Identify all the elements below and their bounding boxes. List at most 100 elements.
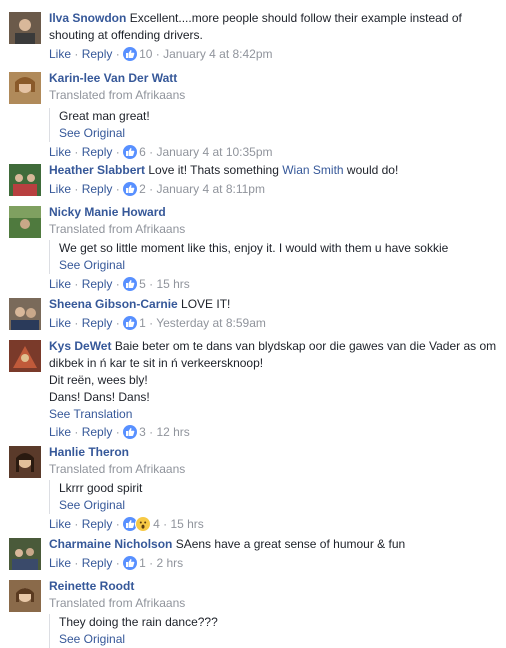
- like-link[interactable]: Like: [49, 182, 71, 196]
- comment-text-line: Dit reën, wees bly!: [49, 373, 148, 387]
- see-original-link[interactable]: See Original: [59, 631, 500, 648]
- reaction-count[interactable]: 6: [139, 145, 146, 159]
- see-original-link[interactable]: See Original: [59, 497, 500, 514]
- comment-text-line: Dans! Dans! Dans!: [49, 390, 150, 404]
- like-link[interactable]: Like: [49, 556, 71, 570]
- see-original-link[interactable]: See Original: [59, 257, 500, 274]
- comment-actions: Like · Reply · 1 · Yesterday at 8:59am: [49, 315, 500, 332]
- comment-text: We get so little moment like this, enjoy…: [59, 241, 449, 255]
- comment-actions: Like · Reply · 6 · January 4 at 10:35pm: [49, 144, 500, 161]
- comment-text: They doing the rain dance???: [59, 615, 218, 629]
- author-name[interactable]: Heather Slabbert: [49, 163, 145, 177]
- reaction-count[interactable]: 2: [139, 182, 146, 196]
- translated-label: Translated from Afrikaans: [49, 222, 186, 236]
- avatar[interactable]: [9, 538, 41, 570]
- separator: ·: [149, 277, 154, 291]
- translated-quote: They doing the rain dance??? See Origina…: [49, 614, 500, 648]
- like-reaction-icon[interactable]: [123, 425, 138, 439]
- see-translation-link[interactable]: See Translation: [49, 406, 500, 423]
- reply-link[interactable]: Reply: [82, 277, 113, 291]
- reaction-count[interactable]: 1: [139, 556, 146, 570]
- like-reaction-icon[interactable]: [123, 145, 138, 159]
- reply-link[interactable]: Reply: [82, 556, 113, 570]
- translated-label: Translated from Afrikaans: [49, 88, 186, 102]
- reply-link[interactable]: Reply: [82, 425, 113, 439]
- separator: ·: [74, 425, 79, 439]
- comment-text: Lkrrr good spirit: [59, 481, 143, 495]
- author-name[interactable]: Ilva Snowdon: [49, 11, 126, 25]
- timestamp[interactable]: January 4 at 8:42pm: [163, 47, 272, 61]
- avatar[interactable]: [9, 580, 41, 612]
- avatar[interactable]: [9, 164, 41, 196]
- author-name[interactable]: Charmaine Nicholson: [49, 537, 172, 551]
- separator: ·: [74, 277, 79, 291]
- timestamp[interactable]: 12 hrs: [156, 425, 189, 439]
- reaction-count[interactable]: 1: [139, 316, 146, 330]
- reaction-count[interactable]: 4: [153, 517, 160, 531]
- wow-reaction-icon[interactable]: [136, 517, 151, 531]
- avatar[interactable]: [9, 446, 41, 478]
- author-name[interactable]: Nicky Manie Howard: [49, 205, 166, 219]
- like-link[interactable]: Like: [49, 145, 71, 159]
- avatar[interactable]: [9, 12, 41, 44]
- like-reaction-icon[interactable]: [123, 182, 138, 196]
- timestamp[interactable]: 2 hrs: [156, 556, 183, 570]
- separator: ·: [115, 425, 120, 439]
- comment-text: Baie beter om te dans van blydskap oor d…: [49, 339, 497, 370]
- separator: ·: [74, 316, 79, 330]
- like-reaction-icon[interactable]: [123, 316, 138, 330]
- reply-link[interactable]: Reply: [82, 182, 113, 196]
- separator: ·: [115, 145, 120, 159]
- avatar[interactable]: [9, 206, 41, 238]
- author-name[interactable]: Reinette Roodt: [49, 579, 134, 593]
- avatar[interactable]: [9, 298, 41, 330]
- comment-text: SAens have a great sense of humour & fun: [175, 537, 406, 551]
- timestamp[interactable]: 15 hrs: [170, 517, 203, 531]
- translated-quote: Great man great! See Original: [49, 108, 500, 142]
- comment-text: Love it! Thats something: [148, 163, 283, 177]
- like-reaction-icon[interactable]: [123, 47, 138, 61]
- reaction-count[interactable]: 5: [139, 277, 146, 291]
- like-link[interactable]: Like: [49, 517, 71, 531]
- reply-link[interactable]: Reply: [82, 47, 113, 61]
- author-name[interactable]: Kys DeWet: [49, 339, 111, 353]
- separator: ·: [74, 517, 79, 531]
- avatar[interactable]: [9, 72, 41, 104]
- author-name[interactable]: Hanlie Theron: [49, 445, 129, 459]
- reaction-count[interactable]: 10: [139, 47, 152, 61]
- comment-text: LOVE IT!: [181, 297, 231, 311]
- timestamp[interactable]: January 4 at 10:35pm: [156, 145, 272, 159]
- separator: ·: [74, 47, 79, 61]
- translated-label: Translated from Afrikaans: [49, 462, 186, 476]
- timestamp[interactable]: 15 hrs: [156, 277, 189, 291]
- like-reaction-icon[interactable]: [123, 556, 138, 570]
- comment-content: Ilva Snowdon Excellent....more people sh…: [49, 10, 500, 44]
- like-link[interactable]: Like: [49, 47, 71, 61]
- timestamp[interactable]: Yesterday at 8:59am: [156, 316, 266, 330]
- separator: ·: [115, 47, 120, 61]
- like-link[interactable]: Like: [49, 425, 71, 439]
- reply-link[interactable]: Reply: [82, 517, 113, 531]
- comment-actions: Like · Reply · 10 · January 4 at 8:42pm: [49, 46, 500, 63]
- reply-link[interactable]: Reply: [82, 145, 113, 159]
- translated-quote: Lkrrr good spirit See Original: [49, 480, 500, 514]
- separator: ·: [115, 277, 120, 291]
- comments-feed: Ilva Snowdon Excellent....more people sh…: [0, 0, 506, 648]
- author-name[interactable]: Sheena Gibson-Carnie: [49, 297, 178, 311]
- separator: ·: [115, 316, 120, 330]
- mention-link[interactable]: Wian Smith: [282, 163, 343, 177]
- separator: ·: [149, 556, 154, 570]
- comment-actions: Like · Reply · 1 · 2 hrs: [49, 555, 500, 572]
- like-reaction-icon[interactable]: [123, 517, 138, 531]
- timestamp[interactable]: January 4 at 8:11pm: [156, 182, 265, 196]
- separator: ·: [74, 182, 79, 196]
- like-reaction-icon[interactable]: [123, 277, 138, 291]
- avatar[interactable]: [9, 340, 41, 372]
- separator: ·: [149, 145, 154, 159]
- like-link[interactable]: Like: [49, 277, 71, 291]
- author-name[interactable]: Karin-lee Van Der Watt: [49, 71, 177, 85]
- see-original-link[interactable]: See Original: [59, 125, 500, 142]
- reply-link[interactable]: Reply: [82, 316, 113, 330]
- reaction-count[interactable]: 3: [139, 425, 146, 439]
- like-link[interactable]: Like: [49, 316, 71, 330]
